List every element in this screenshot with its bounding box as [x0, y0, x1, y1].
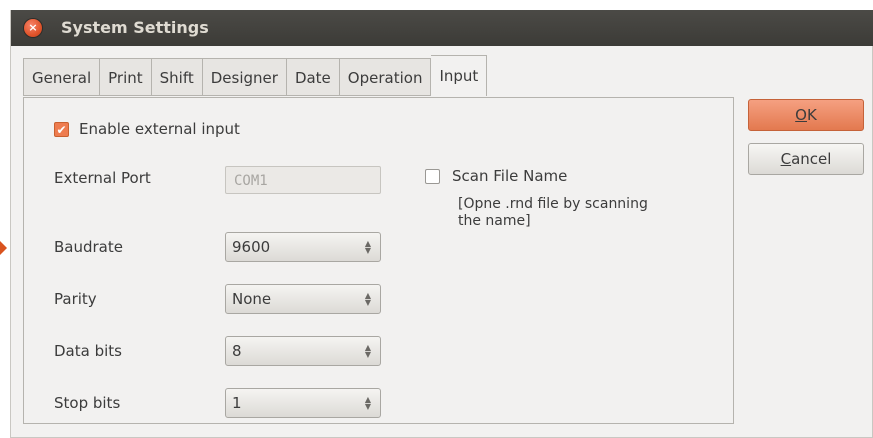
checkmark-icon: ✔	[56, 122, 67, 137]
data-bits-value: 8	[232, 342, 242, 360]
cancel-button[interactable]: Cancel	[748, 143, 864, 175]
tab-shift[interactable]: Shift	[151, 58, 203, 96]
tab-operation[interactable]: Operation	[339, 58, 432, 96]
tab-input[interactable]: Input	[431, 55, 488, 96]
title-bar: × System Settings	[11, 10, 873, 46]
chevron-up-down-icon: ▲ ▼	[364, 343, 371, 359]
scan-file-name-label: Scan File Name	[452, 167, 568, 185]
input-tab-panel: ✔ Enable external input External Port CO…	[23, 97, 734, 424]
ok-button[interactable]: OK	[748, 99, 864, 131]
tab-designer[interactable]: Designer	[202, 58, 287, 96]
ok-mnemonic: O	[795, 106, 807, 124]
ok-label-rest: K	[806, 106, 817, 124]
cancel-mnemonic: C	[780, 150, 792, 168]
baudrate-select[interactable]: 9600 ▲ ▼	[225, 232, 381, 262]
enable-external-input-label: Enable external input	[79, 120, 240, 138]
parity-select[interactable]: None ▲ ▼	[225, 284, 381, 314]
external-port-label: External Port	[54, 169, 151, 187]
stop-bits-select[interactable]: 1 ▲ ▼	[225, 388, 381, 418]
parity-value: None	[232, 290, 272, 308]
enable-external-input-row[interactable]: ✔ Enable external input	[54, 120, 240, 138]
scan-file-name-checkbox[interactable]	[425, 168, 440, 184]
chevron-up-down-icon: ▲ ▼	[364, 395, 371, 411]
data-bits-select[interactable]: 8 ▲ ▼	[225, 336, 381, 366]
chevron-up-down-icon: ▲ ▼	[364, 291, 371, 307]
close-icon[interactable]: ×	[24, 19, 42, 37]
chevron-up-down-icon: ▲ ▼	[364, 239, 371, 255]
data-bits-label: Data bits	[54, 342, 122, 360]
scan-file-name-description: [Opne .rnd file by scanning the name]	[458, 196, 648, 229]
baudrate-label: Baudrate	[54, 238, 123, 256]
side-arrow-icon	[0, 241, 7, 255]
stop-bits-label: Stop bits	[54, 394, 121, 412]
tab-general[interactable]: General	[23, 58, 101, 96]
tab-bar: General Print Shift Designer Date Operat…	[23, 55, 488, 98]
system-settings-dialog: × System Settings General Print Shift De…	[10, 10, 873, 438]
enable-external-input-checkbox[interactable]: ✔	[54, 121, 69, 137]
tab-date[interactable]: Date	[286, 58, 340, 96]
baudrate-value: 9600	[232, 238, 271, 256]
tab-print[interactable]: Print	[100, 58, 152, 96]
external-port-field: COM1	[225, 166, 381, 194]
stop-bits-value: 1	[232, 394, 242, 412]
cancel-label-rest: ancel	[791, 150, 832, 168]
parity-label: Parity	[54, 290, 97, 308]
scan-file-name-row[interactable]: Scan File Name	[425, 167, 567, 185]
window-title: System Settings	[61, 18, 209, 37]
